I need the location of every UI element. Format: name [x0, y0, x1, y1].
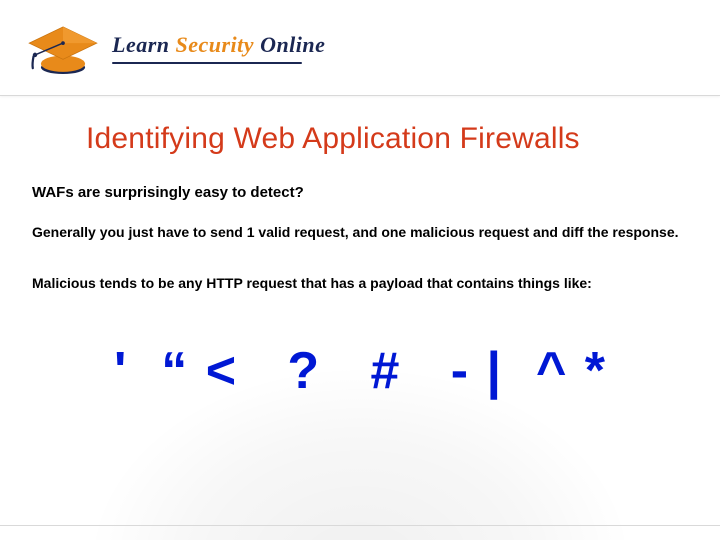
brand-text: Learn Security Online	[112, 34, 325, 64]
graduation-cap-icon	[26, 21, 100, 77]
header: Learn Security Online	[0, 0, 720, 96]
brand-word-security: Security	[176, 34, 255, 56]
slide-title: Identifying Web Application Firewalls	[86, 122, 688, 156]
paragraph-2: Generally you just have to send 1 valid …	[32, 223, 688, 241]
brand-word-online: Online	[260, 34, 325, 56]
brand-word-learn: Learn	[112, 34, 170, 56]
brand-underline	[112, 62, 302, 64]
paragraph-3: Malicious tends to be any HTTP request t…	[32, 275, 688, 291]
payload-symbols: ' “ < ? # - | ^ *	[32, 341, 688, 401]
brand-logo: Learn Security Online	[26, 21, 325, 77]
paragraph-1: WAFs are surprisingly easy to detect?	[32, 184, 688, 201]
slide-content: Identifying Web Application Firewalls WA…	[0, 96, 720, 401]
footer-divider	[0, 525, 720, 526]
slide: Learn Security Online Identifying Web Ap…	[0, 0, 720, 540]
